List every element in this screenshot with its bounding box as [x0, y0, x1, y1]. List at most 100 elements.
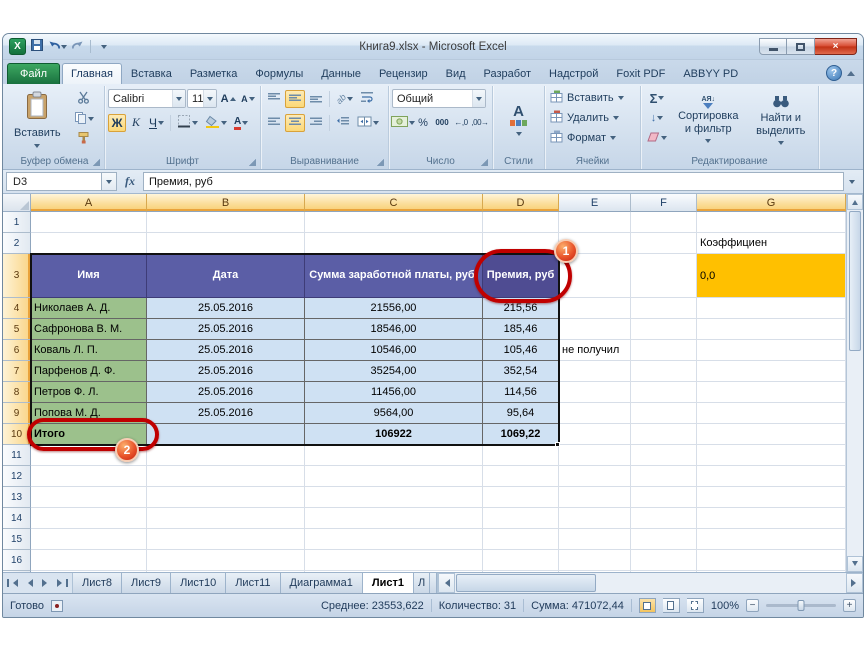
cell-C10[interactable]: 106922 — [305, 424, 483, 445]
cell-D4[interactable]: 215,56 — [483, 298, 559, 319]
row-header-3[interactable]: 3 — [3, 254, 31, 298]
cell-C13[interactable] — [305, 487, 483, 508]
minimize-ribbon-icon[interactable] — [847, 67, 855, 76]
cell-A5[interactable]: Сафронова В. М. — [31, 319, 147, 340]
number-dialog-launcher[interactable] — [480, 158, 488, 166]
cell-E7[interactable] — [559, 361, 631, 382]
row-header-7[interactable]: 7 — [3, 361, 31, 382]
cell-E16[interactable] — [559, 550, 631, 571]
cell-B13[interactable] — [147, 487, 305, 508]
wrap-text-button[interactable] — [357, 90, 377, 108]
column-header-F[interactable]: F — [631, 194, 697, 212]
cell-F4[interactable] — [631, 298, 697, 319]
cell-F11[interactable] — [631, 445, 697, 466]
align-middle-button[interactable] — [285, 90, 305, 108]
cell-D3[interactable]: Премия, руб — [483, 254, 559, 298]
cell-G15[interactable] — [697, 529, 846, 550]
cell-G3[interactable]: 0,0 — [697, 254, 846, 298]
scroll-down-button[interactable] — [847, 556, 863, 572]
autosum-button[interactable]: Σ — [644, 89, 670, 107]
cell-D9[interactable]: 95,64 — [483, 403, 559, 424]
orientation-button[interactable]: ab — [333, 90, 356, 108]
zoom-out-button[interactable]: − — [746, 599, 759, 612]
formula-input[interactable]: Премия, руб — [143, 172, 844, 191]
fill-button[interactable]: ↓ — [644, 109, 670, 127]
decrease-indent-button[interactable] — [333, 114, 353, 132]
cell-D15[interactable] — [483, 529, 559, 550]
scroll-left-button[interactable] — [438, 573, 455, 593]
macro-record-icon[interactable] — [51, 600, 63, 612]
cell-B9[interactable]: 25.05.2016 — [147, 403, 305, 424]
cell-E4[interactable] — [559, 298, 631, 319]
cell-G9[interactable] — [697, 403, 846, 424]
copy-button[interactable] — [71, 110, 97, 128]
last-sheet-button[interactable] — [54, 576, 69, 591]
clear-button[interactable] — [644, 129, 670, 147]
row-header-17[interactable]: 17 — [3, 571, 31, 572]
find-select-button[interactable]: Найти и выделить — [747, 88, 816, 154]
tab-abbyy-pdf[interactable]: ABBYY PD — [674, 63, 747, 84]
tab-file[interactable]: Файл — [7, 63, 60, 84]
cell-A1[interactable] — [31, 212, 147, 233]
save-button[interactable] — [28, 38, 46, 55]
cell-C1[interactable] — [305, 212, 483, 233]
font-color-button[interactable]: А — [231, 114, 251, 132]
row-header-10[interactable]: 10 — [3, 424, 31, 445]
qat-customize-button[interactable] — [95, 38, 113, 55]
cut-button[interactable] — [71, 90, 97, 108]
font-dialog-launcher[interactable] — [248, 158, 256, 166]
align-bottom-button[interactable] — [306, 90, 326, 108]
font-name-select[interactable]: Calibri — [108, 89, 186, 108]
cell-A4[interactable]: Николаев А. Д. — [31, 298, 147, 319]
sheet-tab-diagramma1[interactable]: Диаграмма1 — [281, 573, 363, 593]
formula-bar-expand[interactable] — [844, 177, 860, 187]
vertical-scroll-thumb[interactable] — [849, 211, 861, 351]
cell-C16[interactable] — [305, 550, 483, 571]
row-header-13[interactable]: 13 — [3, 487, 31, 508]
first-sheet-button[interactable] — [6, 576, 21, 591]
cell-B1[interactable] — [147, 212, 305, 233]
cell-A17[interactable] — [31, 571, 147, 572]
tab-data[interactable]: Данные — [312, 63, 370, 84]
cell-A12[interactable] — [31, 466, 147, 487]
percent-button[interactable]: % — [414, 114, 432, 132]
tab-foxit-pdf[interactable]: Foxit PDF — [607, 63, 674, 84]
font-size-select[interactable]: 11 — [187, 89, 217, 108]
cell-B8[interactable]: 25.05.2016 — [147, 382, 305, 403]
cell-A7[interactable]: Парфенов Д. Ф. — [31, 361, 147, 382]
cell-C17[interactable] — [305, 571, 483, 572]
scroll-right-button[interactable] — [846, 573, 863, 593]
cell-F9[interactable] — [631, 403, 697, 424]
cell-B7[interactable]: 25.05.2016 — [147, 361, 305, 382]
row-header-6[interactable]: 6 — [3, 340, 31, 361]
maximize-button[interactable] — [787, 38, 815, 55]
cell-D17[interactable] — [483, 571, 559, 572]
row-header-5[interactable]: 5 — [3, 319, 31, 340]
cell-G16[interactable] — [697, 550, 846, 571]
cell-A16[interactable] — [31, 550, 147, 571]
merge-center-button[interactable] — [354, 114, 382, 132]
cell-E2[interactable] — [559, 233, 631, 254]
cell-D10[interactable]: 1069,22 — [483, 424, 559, 445]
cell-E15[interactable] — [559, 529, 631, 550]
select-all-corner[interactable] — [3, 194, 31, 212]
horizontal-scrollbar[interactable] — [437, 573, 863, 593]
column-header-G[interactable]: G — [697, 194, 846, 212]
minimize-button[interactable] — [759, 38, 787, 55]
cell-E6[interactable]: не получил — [559, 340, 631, 361]
column-header-E[interactable]: E — [559, 194, 631, 212]
cell-E17[interactable] — [559, 571, 631, 572]
cell-E3[interactable] — [559, 254, 631, 298]
italic-button[interactable]: К — [127, 114, 145, 132]
tab-formulas[interactable]: Формулы — [246, 63, 312, 84]
cell-C8[interactable]: 11456,00 — [305, 382, 483, 403]
cell-B4[interactable]: 25.05.2016 — [147, 298, 305, 319]
cell-E11[interactable] — [559, 445, 631, 466]
cell-B5[interactable]: 25.05.2016 — [147, 319, 305, 340]
cell-G10[interactable] — [697, 424, 846, 445]
insert-function-button[interactable]: fx — [117, 174, 143, 189]
cell-C6[interactable]: 10546,00 — [305, 340, 483, 361]
excel-logo-icon[interactable]: X — [9, 38, 26, 55]
cell-D6[interactable]: 105,46 — [483, 340, 559, 361]
clipboard-dialog-launcher[interactable] — [92, 158, 100, 166]
